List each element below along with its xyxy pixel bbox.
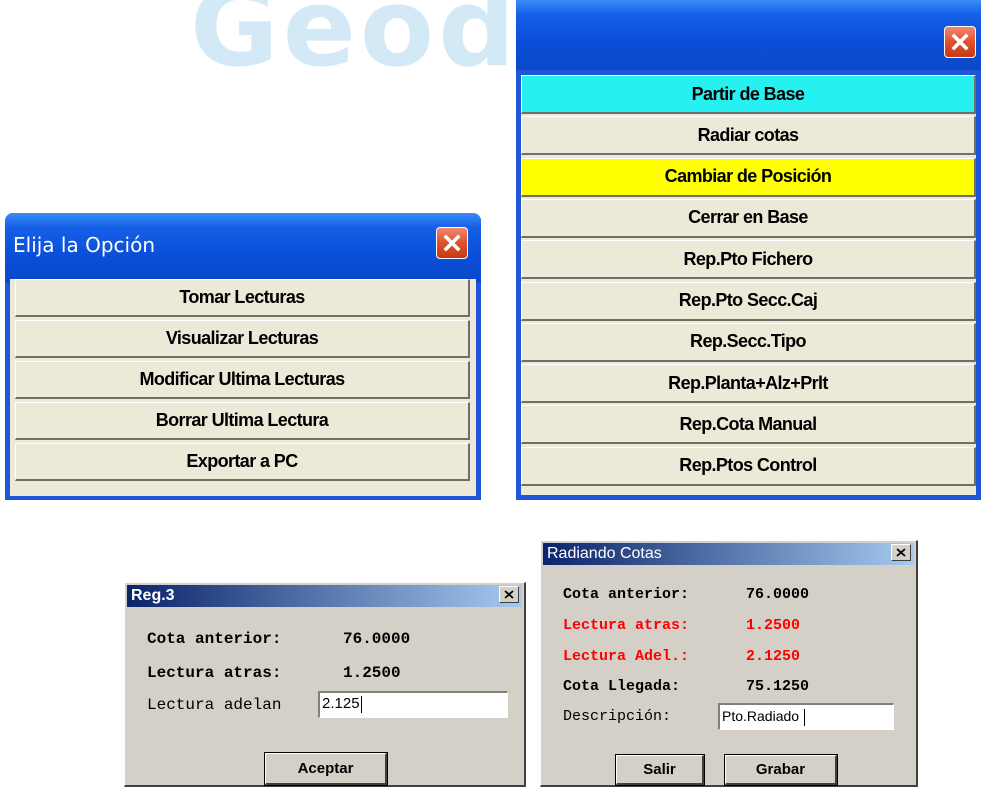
grabar-button[interactable]: Grabar (724, 754, 838, 786)
reg-title: Reg.3 (131, 587, 175, 604)
lectura-adel-value: 2.1250 (746, 648, 801, 665)
rep-ptos-control-button[interactable]: Rep.Ptos Control (521, 446, 976, 486)
rep-pto-fichero-button[interactable]: Rep.Pto Fichero (521, 240, 976, 280)
lectura-atras-label: Lectura atras: (563, 617, 690, 634)
cota-anterior-label: Cota anterior: (563, 586, 690, 603)
cambiar-de-posicion-button[interactable]: Cambiar de Posición (521, 157, 976, 197)
close-icon (896, 548, 906, 557)
opcion-dialog: Elija la Opción Tomar Lecturas Visualiza… (5, 213, 481, 500)
rep-planta-alz-prlt-button[interactable]: Rep.Planta+Alz+Prlt (521, 364, 976, 404)
base-menu-dialog: Partir de Base Radiar cotas Cambiar de Pos… (516, 0, 981, 500)
lectura-atras-value: 1.2500 (343, 664, 401, 682)
close-icon (443, 234, 461, 252)
lectura-adelante-label: Lectura adelan (147, 696, 282, 714)
aceptar-button[interactable]: Aceptar (264, 752, 388, 786)
lectura-adel-label: Lectura Adel.: (563, 648, 690, 665)
text-caret (804, 708, 806, 726)
lectura-adelante-input[interactable]: 2.125 (318, 691, 508, 718)
descripcion-input[interactable]: Pto.Radiado (718, 703, 894, 730)
radiando-dialog: Radiando Cotas Cota anterior: 76.0000 Le… (540, 540, 918, 787)
descripcion-value: Pto.Radiado (722, 708, 800, 724)
radiando-titlebar: Radiando Cotas (543, 543, 914, 565)
cerrar-en-base-button[interactable]: Cerrar en Base (521, 198, 976, 238)
modificar-ultima-lecturas-button[interactable]: Modificar Ultima Lecturas (15, 361, 470, 399)
close-icon (951, 33, 969, 51)
opcion-title: Elija la Opción (13, 233, 155, 257)
cota-anterior-value: 76.0000 (343, 630, 411, 648)
lectura-adelante-value: 2.125 (322, 695, 360, 712)
close-button[interactable] (436, 227, 468, 259)
close-button[interactable] (944, 26, 976, 58)
close-button[interactable] (499, 586, 519, 603)
text-caret (360, 695, 362, 713)
opcion-body: Tomar Lecturas Visualizar Lecturas Modif… (10, 279, 476, 496)
reg-titlebar: Reg.3 (127, 585, 522, 607)
salir-button[interactable]: Salir (615, 754, 705, 786)
opcion-titlebar: Elija la Opción (5, 213, 481, 283)
tomar-lecturas-button[interactable]: Tomar Lecturas (15, 279, 470, 317)
cota-llegada-label: Cota Llegada: (563, 678, 681, 695)
base-menu-body: Partir de Base Radiar cotas Cambiar de Pos… (521, 75, 976, 495)
radiando-title: Radiando Cotas (547, 545, 662, 562)
visualizar-lecturas-button[interactable]: Visualizar Lecturas (15, 320, 470, 358)
cota-llegada-value: 75.1250 (746, 678, 810, 695)
exportar-a-pc-button[interactable]: Exportar a PC (15, 443, 470, 481)
rep-pto-secc-caj-button[interactable]: Rep.Pto Secc.Caj (521, 281, 976, 321)
descripcion-label: Descripción: (563, 708, 672, 725)
lectura-atras-value: 1.2500 (746, 617, 801, 634)
base-menu-titlebar (516, 0, 981, 70)
cota-anterior-label: Cota anterior: (147, 630, 282, 648)
borrar-ultima-lectura-button[interactable]: Borrar Ultima Lectura (15, 402, 470, 440)
lectura-atras-label: Lectura atras: (147, 664, 282, 682)
radiar-cotas-button[interactable]: Radiar cotas (521, 116, 976, 156)
partir-de-base-button[interactable]: Partir de Base (521, 75, 976, 114)
rep-secc-tipo-button[interactable]: Rep.Secc.Tipo (521, 322, 976, 362)
close-icon (504, 590, 514, 599)
cota-anterior-value: 76.0000 (746, 586, 810, 603)
reg-dialog: Reg.3 Cota anterior: 76.0000 Lectura atr… (124, 582, 526, 787)
rep-cota-manual-button[interactable]: Rep.Cota Manual (521, 405, 976, 445)
close-button[interactable] (891, 544, 911, 561)
